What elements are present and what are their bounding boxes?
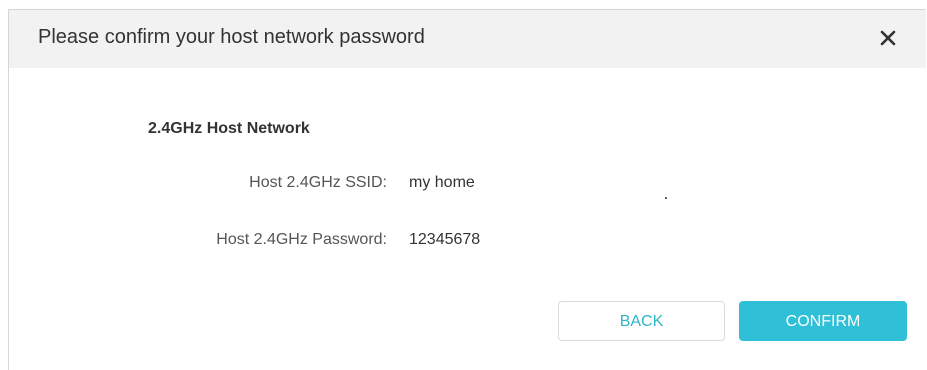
password-value: 12345678 bbox=[409, 231, 481, 248]
confirm-password-dialog: Please confirm your host network passwor… bbox=[8, 9, 926, 370]
password-row: Host 2.4GHz Password: 12345678 bbox=[9, 231, 609, 255]
password-label: Host 2.4GHz Password: bbox=[216, 231, 387, 248]
ssid-value: my home bbox=[409, 174, 475, 191]
stray-dot bbox=[665, 197, 667, 199]
close-button[interactable] bbox=[873, 23, 903, 53]
close-icon bbox=[880, 30, 896, 46]
ssid-row: Host 2.4GHz SSID: my home bbox=[9, 174, 609, 198]
ssid-label: Host 2.4GHz SSID: bbox=[249, 174, 387, 191]
dialog-header: Please confirm your host network passwor… bbox=[9, 10, 926, 68]
dialog-title: Please confirm your host network passwor… bbox=[38, 26, 425, 48]
confirm-button[interactable]: CONFIRM bbox=[739, 301, 907, 341]
back-button[interactable]: BACK bbox=[558, 301, 725, 341]
section-title: 2.4GHz Host Network bbox=[148, 120, 310, 137]
